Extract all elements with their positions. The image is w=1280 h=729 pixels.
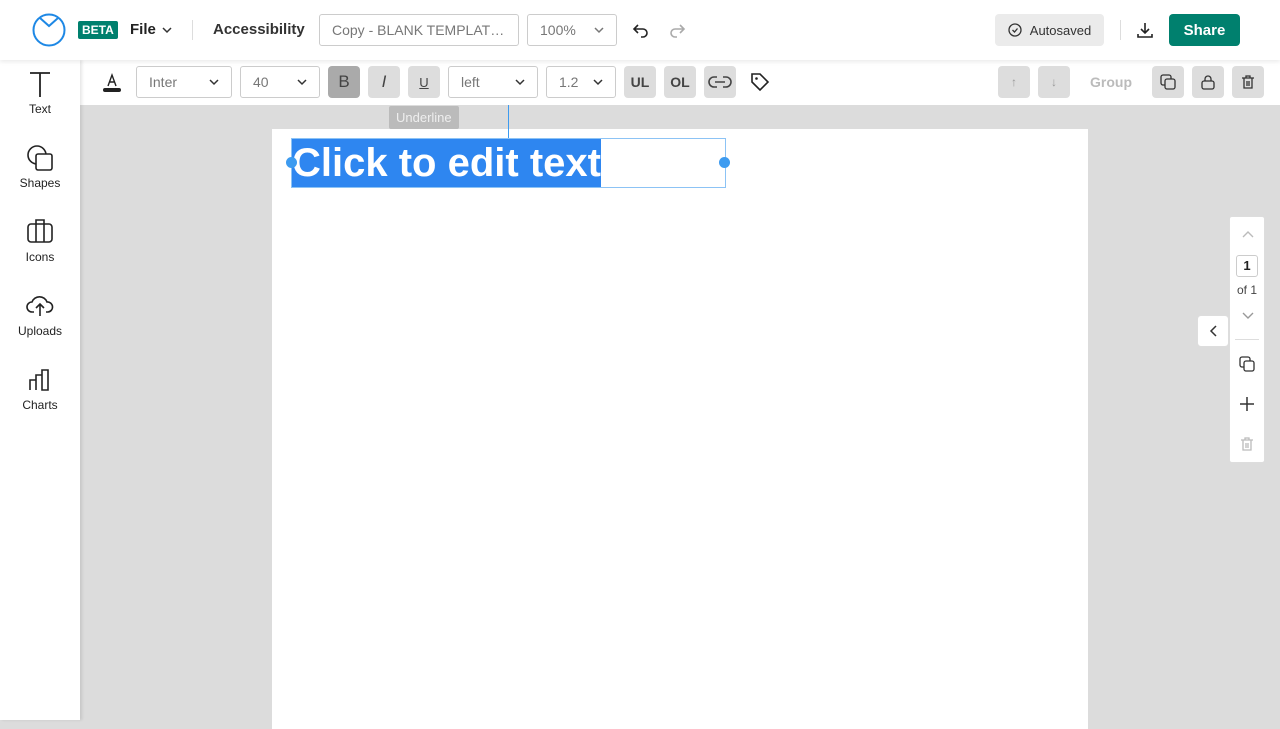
file-menu[interactable]: File <box>130 21 172 38</box>
chevron-down-icon[interactable] <box>1241 311 1255 321</box>
sidebar-item-uploads[interactable]: Uploads <box>0 292 80 338</box>
text-color-icon[interactable] <box>102 72 122 94</box>
ordered-list-button[interactable]: OL <box>664 66 696 98</box>
zoom-select[interactable]: 100% <box>527 14 617 46</box>
page-number-input[interactable]: 1 <box>1236 255 1258 277</box>
align-value: left <box>461 74 480 90</box>
italic-button[interactable]: I <box>368 66 400 98</box>
share-button[interactable]: Share <box>1169 14 1240 46</box>
bold-button[interactable]: B <box>328 66 360 98</box>
tag-icon[interactable] <box>750 72 770 92</box>
zoom-value: 100% <box>540 22 576 38</box>
chevron-down-icon <box>297 79 307 86</box>
underline-tooltip: Underline <box>389 106 459 129</box>
group-button[interactable]: Group <box>1090 74 1132 90</box>
canvas-page[interactable] <box>272 129 1088 729</box>
divider <box>1120 20 1121 40</box>
resize-handle-right[interactable] <box>719 157 730 168</box>
font-value: Inter <box>149 74 178 90</box>
link-icon <box>708 76 732 88</box>
sidebar-item-label: Uploads <box>17 324 63 338</box>
underline-button[interactable]: U <box>408 66 440 98</box>
upload-icon <box>26 296 54 316</box>
link-button[interactable] <box>704 66 736 98</box>
line-height-select[interactable]: 1.2 <box>546 66 616 98</box>
sidebar-item-icons[interactable]: Icons <box>0 218 80 264</box>
move-down-button[interactable]: ↓ <box>1038 66 1070 98</box>
canvas-text[interactable]: Click to edit text <box>292 139 601 187</box>
chevron-left-icon <box>1209 325 1217 337</box>
lock-icon <box>1201 75 1215 90</box>
size-value: 40 <box>253 74 269 90</box>
autosaved-status: Autosaved <box>995 14 1104 46</box>
accessibility-button[interactable]: Accessibility <box>213 21 305 38</box>
duplicate-button[interactable] <box>1152 66 1184 98</box>
sidebar-item-label: Icons <box>25 250 55 264</box>
sidebar-item-shapes[interactable]: Shapes <box>0 144 80 190</box>
add-page-icon[interactable] <box>1239 396 1255 412</box>
divider <box>1235 339 1259 340</box>
top-bar: BETA File Accessibility Copy - BLANK TEM… <box>0 0 1280 60</box>
chevron-down-icon <box>593 79 603 86</box>
lock-button[interactable] <box>1192 66 1224 98</box>
icons-icon <box>27 219 53 243</box>
text-selection-box[interactable]: Click to edit text <box>291 138 726 188</box>
doc-name: Copy - BLANK TEMPLAT… <box>332 22 505 38</box>
chevron-up-icon[interactable] <box>1241 229 1255 239</box>
autosaved-label: Autosaved <box>1029 22 1092 38</box>
delete-button[interactable] <box>1232 66 1264 98</box>
unordered-list-button[interactable]: UL <box>624 66 656 98</box>
chart-icon <box>29 369 49 391</box>
page-count: of 1 <box>1236 283 1257 297</box>
collapse-pages-button[interactable] <box>1197 315 1229 347</box>
sidebar-item-label: Charts <box>22 398 58 412</box>
delete-page-icon[interactable] <box>1240 436 1254 452</box>
duplicate-page-icon[interactable] <box>1239 356 1255 372</box>
chevron-down-icon <box>209 79 219 86</box>
check-circle-icon <box>1008 23 1022 37</box>
sidebar-item-label: Shapes <box>19 176 61 190</box>
trash-icon <box>1242 75 1254 89</box>
chevron-down-icon <box>594 27 604 34</box>
download-icon[interactable] <box>1136 21 1154 39</box>
document-name-input[interactable]: Copy - BLANK TEMPLAT… <box>319 14 519 46</box>
sidebar-item-charts[interactable]: Charts <box>0 366 80 412</box>
font-size-select[interactable]: 40 <box>240 66 320 98</box>
beta-badge: BETA <box>78 21 118 39</box>
shapes-icon <box>27 145 53 171</box>
chevron-down-icon <box>162 26 172 33</box>
sidebar-item-text[interactable]: Text <box>0 70 80 116</box>
text-icon <box>30 72 50 97</box>
divider <box>192 20 193 40</box>
sidebar-item-label: Text <box>28 102 51 116</box>
format-toolbar: Inter 40 B I U left 1.2 UL OL ↑ ↓ Group <box>80 60 1280 105</box>
line-height-value: 1.2 <box>559 74 579 90</box>
sidebar: Text Shapes Icons Uploads Charts <box>0 60 80 720</box>
font-select[interactable]: Inter <box>136 66 232 98</box>
move-up-button[interactable]: ↑ <box>998 66 1030 98</box>
resize-handle-left[interactable] <box>286 157 297 168</box>
logo-icon[interactable] <box>32 13 66 47</box>
rotate-handle-line <box>508 105 509 139</box>
align-select[interactable]: left <box>448 66 538 98</box>
redo-icon[interactable] <box>668 21 686 39</box>
copy-icon <box>1160 74 1176 90</box>
undo-icon[interactable] <box>632 21 650 39</box>
file-label: File <box>130 21 156 38</box>
page-panel: 1 of 1 <box>1229 216 1265 463</box>
chevron-down-icon <box>515 79 525 86</box>
